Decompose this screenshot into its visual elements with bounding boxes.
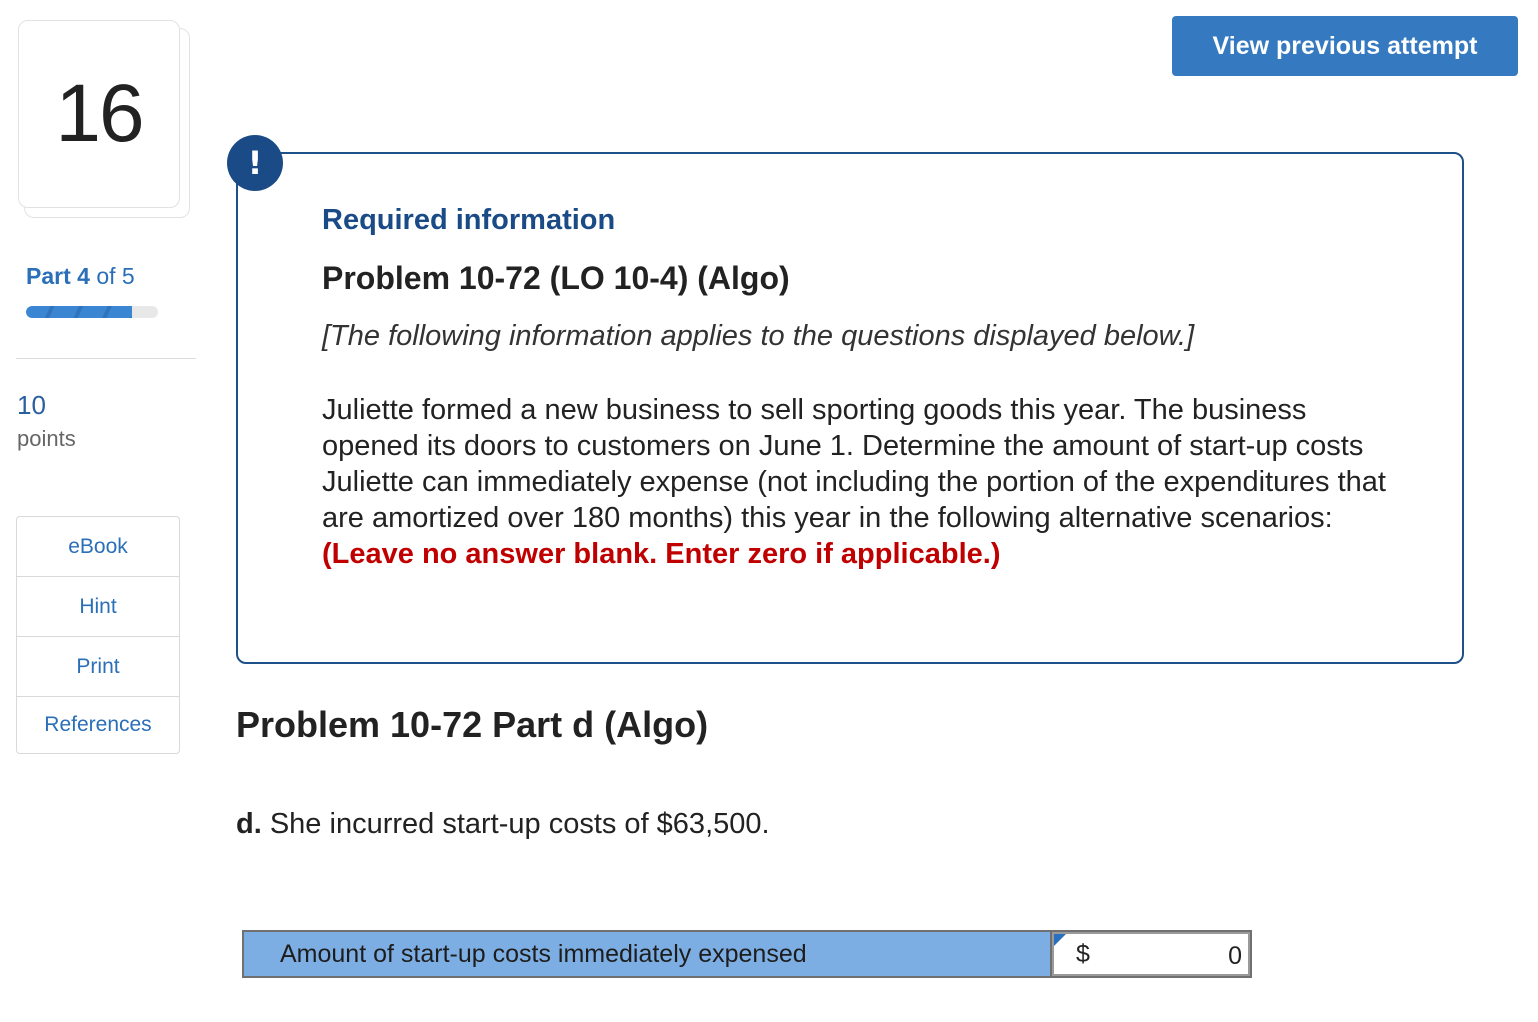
references-link[interactable]: References: [17, 697, 179, 753]
answer-cell[interactable]: $: [1052, 932, 1250, 976]
currency-symbol: $: [1076, 939, 1090, 968]
cell-flag-icon: [1054, 934, 1066, 946]
part-progress-bar: [26, 306, 158, 318]
problem-body-text: Juliette formed a new business to sell s…: [322, 394, 1386, 534]
print-link[interactable]: Print: [17, 637, 179, 697]
answer-instruction-warning: (Leave no answer blank. Enter zero if ap…: [322, 538, 1001, 570]
question-tools: eBook Hint Print References: [16, 516, 180, 754]
exclamation-icon: !: [227, 135, 283, 191]
part-indicator: Part 4 of 5: [26, 263, 135, 290]
part-heading: Problem 10-72 Part d (Algo): [236, 704, 709, 745]
answer-row-label: Amount of start-up costs immediately exp…: [244, 932, 1052, 976]
question-card: 16: [18, 20, 180, 208]
question-number-card: 16: [18, 20, 190, 218]
part-progress-fill: [26, 306, 132, 318]
part-prefix: Part: [26, 263, 71, 289]
following-info-note: [The following information applies to th…: [322, 320, 1195, 352]
question-number: 16: [55, 68, 144, 159]
part-letter: d.: [236, 808, 262, 840]
problem-title: Problem 10-72 (LO 10-4) (Algo): [322, 260, 790, 296]
points-value: 10: [17, 390, 46, 420]
part-current: 4: [77, 263, 90, 289]
ebook-link[interactable]: eBook: [17, 517, 179, 577]
part-total: of 5: [96, 263, 135, 289]
hint-link[interactable]: Hint: [17, 577, 179, 637]
view-previous-attempt-button[interactable]: View previous attempt: [1172, 16, 1518, 76]
part-question-text: She incurred start-up costs of $63,500.: [261, 808, 770, 840]
problem-description: Juliette formed a new business to sell s…: [322, 392, 1392, 572]
amount-expensed-input[interactable]: [1102, 938, 1242, 974]
part-question: d. She incurred start-up costs of $63,50…: [236, 808, 770, 841]
required-information-heading: Required information: [322, 204, 616, 236]
points-label: points: [17, 426, 76, 451]
sidebar-divider: [16, 358, 196, 359]
answer-row: Amount of start-up costs immediately exp…: [242, 930, 1252, 978]
